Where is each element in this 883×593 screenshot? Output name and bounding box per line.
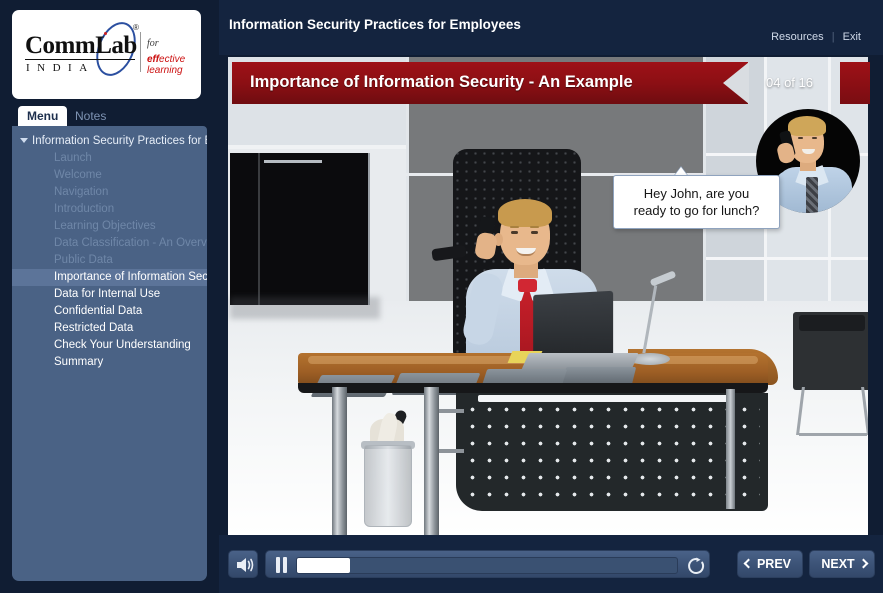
brand-logo: ® CommLab INDIA for effective learning: [12, 10, 201, 99]
tab-menu[interactable]: Menu: [18, 106, 68, 126]
caller-eye-right: [812, 137, 817, 139]
person-eye-left: [511, 231, 518, 234]
volume-button[interactable]: [228, 550, 258, 578]
desk-leg-front-left: [332, 387, 347, 535]
exit-link[interactable]: Exit: [843, 31, 861, 43]
menu-item[interactable]: Restricted Data: [12, 320, 207, 337]
menu-item[interactable]: Launch: [12, 150, 207, 167]
wall-upper-left: [228, 57, 406, 149]
logo-rule: [25, 59, 135, 60]
logo-tagline-emphasis: eff: [147, 54, 160, 65]
desk-leg-front-right: [424, 387, 439, 535]
menu-item[interactable]: Public Data: [12, 252, 207, 269]
replay-button[interactable]: [686, 556, 706, 576]
logo-tagline-first: for: [147, 38, 159, 49]
playback-panel: [265, 550, 710, 578]
caller-hair: [788, 116, 826, 136]
cabinet-handle: [264, 160, 322, 163]
menu-item[interactable]: Learning Objectives: [12, 218, 207, 235]
replay-icon: [688, 557, 705, 574]
slide-stage: Hey John, are you ready to go for lunch?: [228, 57, 868, 535]
person-hair: [498, 199, 552, 227]
menu-item[interactable]: Data Classification - An Overview: [12, 235, 207, 252]
tab-notes[interactable]: Notes: [66, 106, 115, 126]
speech-line-1: Hey John, are you: [643, 186, 750, 201]
menu-item[interactable]: Data for Internal Use: [12, 286, 207, 303]
logo-divider: [140, 32, 141, 72]
menu-item[interactable]: Check Your Understanding: [12, 337, 207, 354]
mullion-horizontal-b: [706, 257, 868, 260]
menu-item[interactable]: Confidential Data: [12, 303, 207, 320]
menu-item[interactable]: Introduction: [12, 201, 207, 218]
menu-item[interactable]: Navigation: [12, 184, 207, 201]
person-tie-knot: [518, 279, 537, 292]
chevron-down-icon[interactable]: [20, 138, 28, 143]
pause-icon-bar-left: [276, 557, 280, 573]
speaker-icon: [237, 558, 254, 572]
menu-root-label: Information Security Practices for E...: [32, 135, 207, 147]
person-eye-right: [531, 231, 538, 234]
resources-link[interactable]: Resources: [771, 31, 824, 43]
cabinet-shadow: [230, 297, 380, 319]
menu-item[interactable]: Importance of Information Securit...: [12, 269, 207, 286]
progress-bar[interactable]: [296, 557, 678, 574]
prev-button[interactable]: PREV: [737, 550, 803, 578]
caller-tie: [806, 177, 818, 213]
course-menu-panel: Information Security Practices for E... …: [12, 126, 207, 581]
logo-wordmark: CommLab: [25, 32, 137, 59]
pause-icon-bar-right: [283, 557, 287, 573]
sidebar: ® CommLab INDIA for effective learning M…: [6, 6, 213, 587]
speech-line-2: ready to go for lunch?: [633, 203, 760, 218]
links-separator: |: [831, 31, 835, 43]
page-title: Information Security Practices for Emplo…: [229, 17, 521, 32]
menu-root-node[interactable]: Information Security Practices for E...: [12, 132, 207, 150]
course-header: Information Security Practices for Emplo…: [219, 0, 883, 55]
registered-mark: ®: [133, 23, 139, 32]
person-brow-right: [530, 226, 539, 228]
pause-button[interactable]: [274, 557, 288, 573]
caller-eye-left: [798, 137, 803, 139]
armchair-foot-rail: [799, 433, 867, 436]
person-brow-left: [510, 226, 519, 228]
cabinet-door-seam: [258, 153, 260, 305]
speech-bubble-text: Hey John, are you ready to go for lunch?: [634, 185, 760, 219]
progress-bar-fill: [297, 558, 351, 573]
speech-bubble: Hey John, are you ready to go for lunch?: [613, 175, 780, 229]
menu-item[interactable]: Welcome: [12, 167, 207, 184]
menu-item-list: Launch Welcome Navigation Introduction Learn…: [12, 150, 207, 371]
logo-tagline-second: effective learning: [147, 54, 201, 76]
prev-button-label: PREV: [756, 557, 792, 571]
desk-leg-rear-right: [726, 389, 735, 509]
sidebar-tabs: Menu Notes: [12, 106, 207, 126]
menu-item[interactable]: Summary: [12, 354, 207, 371]
armchair-seat: [799, 315, 865, 331]
office-cabinet: [230, 153, 370, 305]
wastebasket: [364, 445, 412, 527]
desk-panel-perforations: [464, 401, 760, 501]
header-links: Resources | Exit: [771, 31, 861, 43]
logo-country: INDIA: [26, 62, 95, 74]
next-button[interactable]: NEXT: [809, 550, 875, 578]
player-control-bar: PREV NEXT: [219, 535, 883, 593]
desk-edge: [298, 383, 768, 393]
